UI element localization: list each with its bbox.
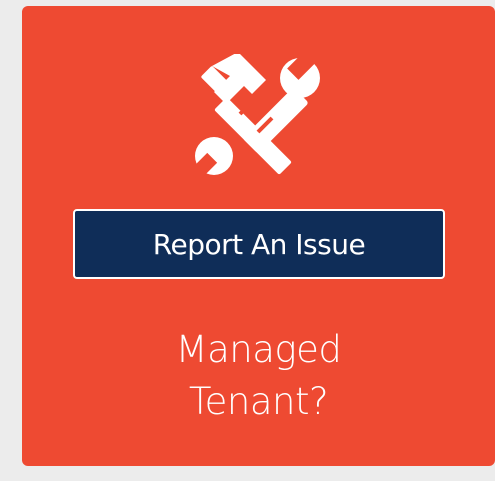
report-an-issue-button[interactable]: Report An Issue <box>73 209 445 279</box>
managed-tenant-caption[interactable]: Managed Tenant? <box>22 324 495 428</box>
hammer-wrench-icon <box>192 54 320 178</box>
caption-line-2: Tenant? <box>188 380 329 423</box>
caption-line-1: Managed <box>175 328 342 371</box>
report-issue-card[interactable]: Report An Issue Managed Tenant? <box>22 6 495 466</box>
